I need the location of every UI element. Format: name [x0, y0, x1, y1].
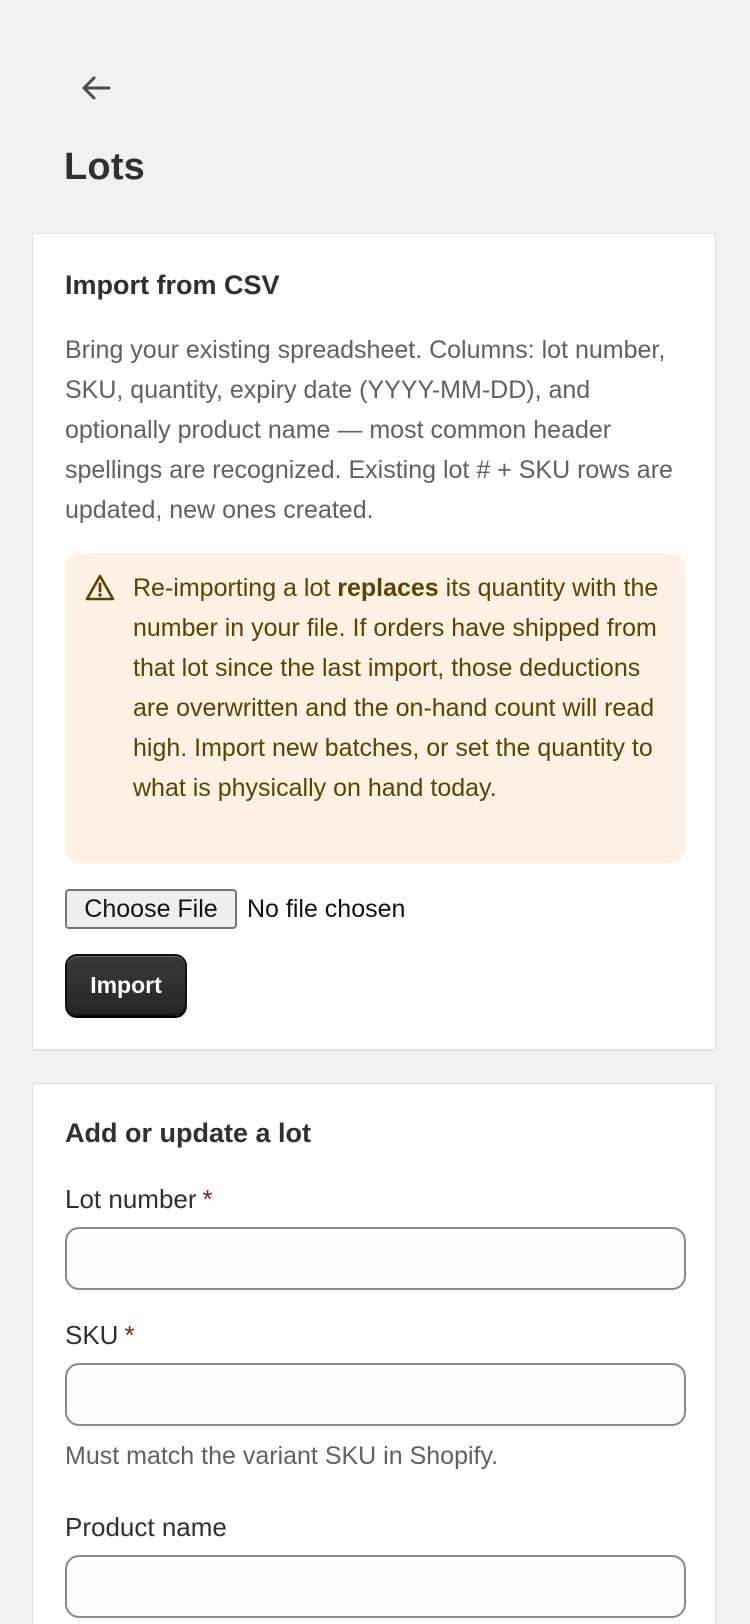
back-button[interactable]: [72, 66, 120, 110]
warning-text-end: its quantity with the number in your fil…: [133, 574, 659, 802]
sku-label-text: SKU: [65, 1320, 119, 1350]
file-status: No file chosen: [247, 894, 406, 923]
import-button[interactable]: Import: [65, 954, 187, 1016]
import-card-heading: Import from CSV: [65, 270, 280, 300]
page-title: Lots: [64, 146, 146, 188]
required-mark: *: [202, 1184, 213, 1214]
arrow-left-icon: [82, 76, 111, 100]
warning-text: Re-importing a lot replaces its quantity…: [133, 568, 673, 808]
lot-number-input[interactable]: [65, 1227, 686, 1290]
lot-number-label: Lot number *: [65, 1184, 213, 1215]
product-name-input[interactable]: [65, 1555, 686, 1618]
warning-banner: Re-importing a lot replaces its quantity…: [65, 553, 685, 863]
required-mark: *: [124, 1320, 135, 1350]
product-name-label: Product name: [65, 1512, 227, 1542]
add-lot-card: Add or update a lot Lot number * SKU * Mus…: [32, 1083, 716, 1624]
file-picker: Choose File No file chosen: [65, 889, 405, 929]
add-card-heading: Add or update a lot: [65, 1118, 311, 1148]
alert-triangle-icon: [85, 574, 115, 601]
warning-text-emphasis: replaces: [337, 574, 439, 602]
import-description: Bring your existing spreadsheet. Columns…: [65, 336, 673, 524]
sku-help-text: Must match the variant SKU in Shopify.: [65, 1442, 499, 1470]
choose-file-button[interactable]: Choose File: [65, 889, 237, 929]
lot-number-label-text: Lot number: [65, 1184, 197, 1214]
sku-input[interactable]: [65, 1363, 686, 1426]
sku-label: SKU *: [65, 1320, 135, 1351]
warning-text-start: Re-importing a lot: [133, 574, 338, 602]
import-csv-card: Import from CSV Bring your existing spre…: [32, 233, 716, 1050]
lots-page: Lots Import from CSV Bring your existing…: [0, 0, 750, 1624]
